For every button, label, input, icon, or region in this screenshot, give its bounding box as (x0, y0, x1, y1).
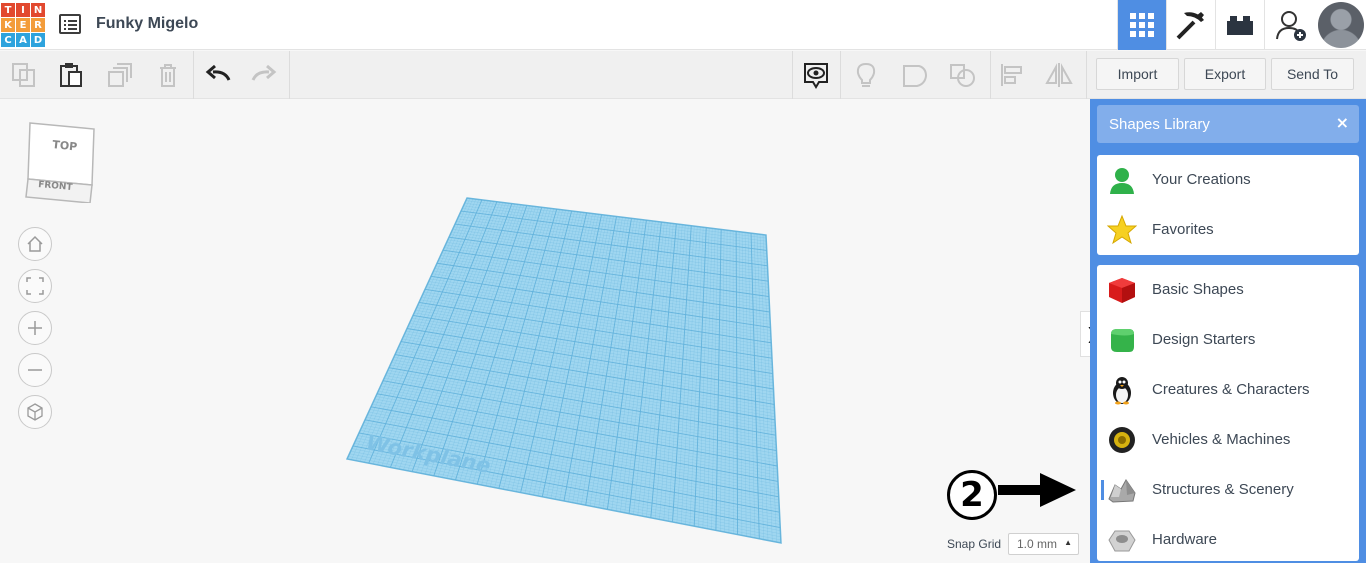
blocks-view-button[interactable] (1166, 0, 1215, 50)
logo-letter: D (31, 33, 45, 47)
delete-button[interactable] (154, 61, 182, 89)
send-to-button[interactable]: Send To (1271, 58, 1354, 90)
library-item-label: Structures & Scenery (1152, 481, 1294, 498)
library-item-design-starters[interactable]: Design Starters (1097, 315, 1359, 365)
design-list-icon[interactable] (59, 14, 81, 34)
copy-icon (12, 63, 35, 87)
close-icon[interactable]: × (1336, 113, 1349, 132)
library-item-hardware[interactable]: Hardware (1097, 515, 1359, 563)
shapes-library-panel: Shapes Library × Your Creations Favorite… (1090, 99, 1366, 563)
logo-letter: E (16, 18, 30, 32)
brick-icon (1227, 16, 1253, 35)
library-item-label: Creatures & Characters (1152, 381, 1310, 398)
group-button[interactable] (901, 61, 929, 89)
trash-icon (160, 64, 176, 87)
library-item-vehicles-machines[interactable]: Vehicles & Machines (1097, 415, 1359, 465)
group-shape-icon (903, 65, 928, 87)
library-item-basic-shapes[interactable]: Basic Shapes (1097, 265, 1359, 315)
logo-letter: C (1, 33, 15, 47)
penguin-icon (1113, 377, 1131, 405)
hint-button[interactable] (852, 61, 880, 89)
pointer-arrow-icon (998, 473, 1076, 507)
caret-up-icon: ▲ (1064, 538, 1072, 547)
logo-letter: R (31, 18, 45, 32)
ungroup-shape-icon (950, 64, 975, 87)
export-button[interactable]: Export (1184, 58, 1266, 90)
star-icon (1107, 215, 1137, 245)
toolbar-divider (289, 51, 290, 99)
edit-toolbar: Import Export Send To (0, 51, 1366, 99)
user-avatar[interactable] (1318, 2, 1364, 48)
add-user-icon (1275, 11, 1306, 41)
top-header: T I N K E R C A D Funky Migelo (0, 0, 1366, 50)
copy-button[interactable] (10, 61, 38, 89)
green-cube-icon (1111, 329, 1134, 352)
wheel-icon (1109, 427, 1135, 453)
library-item-label: Favorites (1152, 221, 1214, 238)
library-item-creatures-characters[interactable]: Creatures & Characters (1097, 365, 1359, 415)
notes-toggle-button[interactable] (802, 61, 830, 89)
library-item-label: Design Starters (1152, 331, 1256, 348)
selection-indicator (1101, 480, 1104, 500)
toolbar-divider (990, 51, 991, 99)
align-button[interactable] (998, 61, 1026, 89)
project-title[interactable]: Funky Migelo (96, 15, 198, 33)
grid-icon (1130, 13, 1154, 37)
logo-letter: I (16, 3, 30, 17)
logo-letter: N (31, 3, 45, 17)
logo-letter: K (1, 18, 15, 32)
redo-button[interactable] (250, 61, 278, 89)
library-item-label: Hardware (1152, 531, 1218, 548)
shape-categories-group: Basic Shapes Design Starters Creatures &… (1097, 265, 1359, 561)
shapes-library-header[interactable]: Shapes Library × (1097, 105, 1359, 143)
red-cube-icon (1109, 278, 1135, 303)
add-user-button[interactable] (1264, 0, 1318, 50)
import-button[interactable]: Import (1096, 58, 1179, 90)
toolbar-divider (1086, 51, 1087, 99)
person-icon (1110, 168, 1134, 194)
library-item-label: Vehicles & Machines (1152, 431, 1291, 448)
undo-arrow-icon (205, 64, 231, 81)
mirror-icon (1045, 63, 1073, 87)
library-item-label: Your Creations (1152, 171, 1251, 188)
3d-design-view-button[interactable] (1117, 0, 1166, 50)
pickaxe-icon (1176, 12, 1204, 40)
redo-arrow-icon (251, 64, 277, 81)
logo-letter: A (16, 33, 30, 47)
toolbar-divider (193, 51, 194, 99)
undo-button[interactable] (204, 61, 232, 89)
snap-grid-select[interactable]: 1.0 mm ▲ (1008, 533, 1079, 555)
paste-button[interactable] (57, 61, 85, 89)
align-icon (1001, 64, 1022, 86)
paste-icon (60, 63, 82, 87)
snap-grid-value: 1.0 mm (1017, 537, 1058, 551)
rocks-icon (1108, 479, 1136, 503)
ungroup-button[interactable] (949, 61, 977, 89)
mirror-button[interactable] (1045, 61, 1073, 89)
snap-grid-label: Snap Grid (947, 537, 1002, 551)
eye-bubble-icon (804, 63, 828, 89)
toolbar-divider (840, 51, 841, 99)
duplicate-button[interactable] (106, 61, 134, 89)
bricks-view-button[interactable] (1215, 0, 1264, 50)
logo-letter: T (1, 3, 15, 17)
library-item-label: Basic Shapes (1152, 281, 1244, 298)
3d-viewport[interactable]: TOP FRONT Workplane Snap Grid 1.0 mm ▲ (0, 99, 1092, 563)
personal-shapes-group: Your Creations Favorites (1097, 155, 1359, 255)
duplicate-icon (108, 63, 132, 87)
library-item-favorites[interactable]: Favorites (1097, 205, 1359, 255)
workplane-grid[interactable]: Workplane (0, 99, 1090, 563)
lightbulb-icon (856, 62, 876, 87)
toolbar-divider (792, 51, 793, 99)
step-number-badge: 2 (947, 470, 997, 520)
library-item-your-creations[interactable]: Your Creations (1097, 155, 1359, 205)
nut-icon (1108, 530, 1136, 552)
tinkercad-logo[interactable]: T I N K E R C A D (1, 3, 45, 47)
library-item-structures-scenery[interactable]: Structures & Scenery (1097, 465, 1359, 515)
shapes-library-title: Shapes Library (1109, 116, 1210, 133)
